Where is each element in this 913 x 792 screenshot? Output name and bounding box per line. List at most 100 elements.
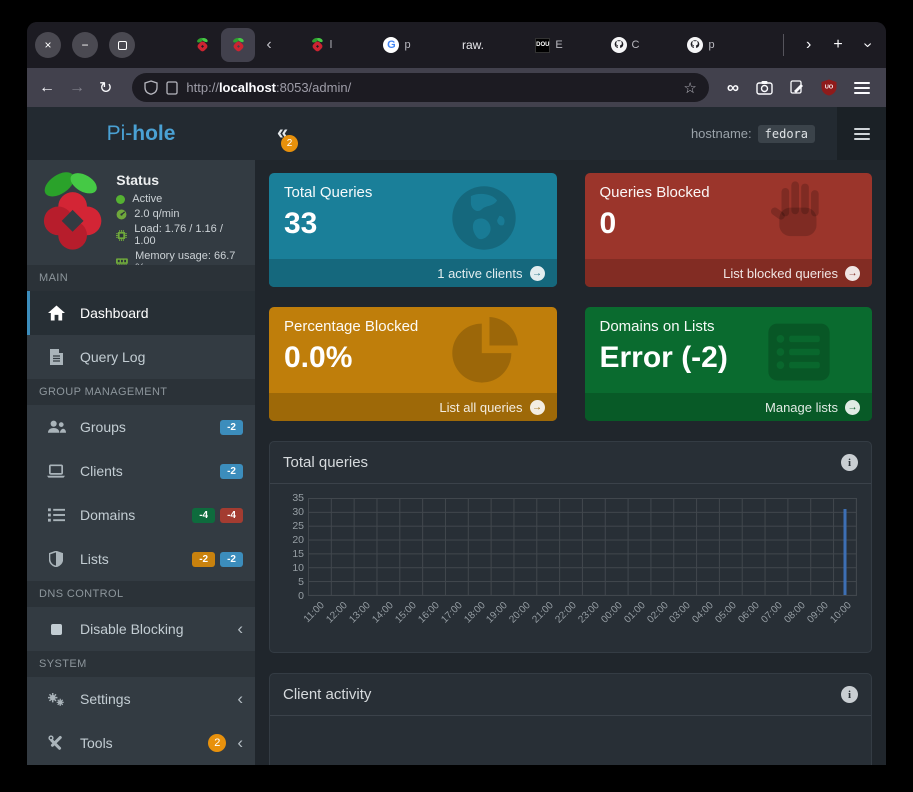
tab-scroll-right-button[interactable]: › [806, 36, 811, 54]
sidebar-section-group-management: GROUP MANAGEMENT [27, 379, 255, 405]
stop-icon [46, 624, 66, 635]
separator [783, 34, 784, 56]
manage-lists-link[interactable]: Manage lists → [585, 393, 873, 421]
sidebar-item-label: Groups [80, 419, 126, 435]
infinity-extension-icon[interactable]: ∞ [727, 78, 739, 98]
x-tick-label: 09:00 [805, 600, 830, 625]
list-icon [46, 508, 66, 522]
tab-pihole-docs[interactable]: l [283, 28, 359, 62]
tab-github-2[interactable]: p [663, 28, 739, 62]
sidebar-item-clients[interactable]: Clients -2 [27, 449, 255, 493]
save-page-icon[interactable] [790, 80, 804, 95]
page-info-icon[interactable] [166, 81, 178, 95]
tab-scroll-left-button[interactable]: ‹ [255, 36, 283, 54]
x-tick-label: 08:00 [782, 600, 807, 625]
plus-icon: + [833, 36, 842, 53]
sidebar-section-main: MAIN [27, 265, 255, 291]
panel-title: Total queries [283, 454, 368, 471]
x-tick-label: 13:00 [347, 600, 372, 625]
new-tab-button[interactable]: + [833, 36, 842, 54]
tab-pihole-active[interactable] [221, 28, 255, 62]
arrow-circle-icon: → [845, 400, 860, 415]
screenshot-camera-icon[interactable] [756, 80, 773, 95]
x-tick-label: 12:00 [325, 600, 350, 625]
menu-icon[interactable] [854, 82, 870, 94]
x-tick-label: 01:00 [622, 600, 647, 625]
y-axis-labels: 05101520253035 [280, 498, 308, 596]
url-host: localhost [219, 80, 276, 95]
sidebar-item-label: Tools [80, 735, 113, 751]
globe-icon [449, 183, 519, 253]
y-tick-label: 30 [292, 506, 304, 518]
toolbar-extensions: ∞ UO [723, 78, 874, 98]
groups-count-badge: -2 [220, 420, 243, 435]
x-tick-label: 18:00 [462, 600, 487, 625]
reload-button[interactable]: ↻ [99, 78, 112, 98]
tab-raw-githubusercontent[interactable]: raw. [435, 28, 511, 62]
window-controls: × − [35, 32, 135, 58]
sidebar-item-tools[interactable]: Tools 2 ‹ [27, 721, 255, 765]
y-tick-label: 10 [292, 562, 304, 574]
x-axis-labels: 11:0012:0013:0014:0015:0016:0017:0018:00… [308, 596, 857, 648]
tab-strip: ‹ l G p raw. DOU E C p [183, 28, 767, 62]
window-maximize-button[interactable] [109, 32, 135, 58]
sidebar-item-disable-blocking[interactable]: Disable Blocking ‹ [27, 607, 255, 651]
back-button[interactable]: ← [39, 79, 55, 97]
pie-chart-icon [449, 317, 519, 387]
query-bar [843, 509, 846, 595]
client-activity-panel: Client activity i [269, 673, 872, 765]
pihole-logo-text[interactable]: Pi-hole [27, 122, 255, 146]
pihole-menu-button[interactable] [837, 107, 886, 160]
window-minimize-button[interactable]: − [72, 32, 98, 58]
y-tick-label: 20 [292, 534, 304, 546]
tab-google-search[interactable]: G p [359, 28, 435, 62]
sidebar-item-lists[interactable]: Lists -2 -2 [27, 537, 255, 581]
domains-on-lists-card: Domains on Lists Error (-2) Manage lists… [585, 307, 873, 421]
sidebar-item-settings[interactable]: Settings ‹ [27, 677, 255, 721]
info-icon[interactable]: i [841, 454, 858, 471]
sidebar-item-groups[interactable]: Groups -2 [27, 405, 255, 449]
list-all-queries-link[interactable]: List all queries → [269, 393, 557, 421]
url-bar[interactable]: http://localhost:8053/admin/ ☆ [132, 73, 708, 102]
x-tick-label: 16:00 [416, 600, 441, 625]
update-notification-badge: 2 [281, 135, 298, 152]
tab-pihole-pinned-1[interactable] [183, 28, 221, 62]
window-close-button[interactable]: × [35, 32, 61, 58]
active-clients-link[interactable]: 1 active clients → [269, 259, 557, 287]
list-all-tabs-button[interactable]: › [865, 36, 870, 54]
url-path: :8053/admin/ [276, 80, 351, 95]
x-tick-label: 22:00 [553, 600, 578, 625]
status-active-label: Active [132, 193, 162, 205]
sidebar-section-system: SYSTEM [27, 651, 255, 677]
lists-blue-badge: -2 [220, 552, 243, 567]
sidebar-item-dashboard[interactable]: Dashboard [27, 291, 255, 335]
list-blocked-queries-link[interactable]: List blocked queries → [585, 259, 873, 287]
sidebar-item-label: Clients [80, 463, 123, 479]
home-icon [46, 305, 66, 321]
sidebar-toggle[interactable]: « 2 [277, 123, 288, 144]
status-load-label: Load: 1.76 / 1.16 / 1.00 [134, 223, 247, 247]
bookmark-star-icon[interactable]: ☆ [683, 79, 696, 97]
info-icon[interactable]: i [841, 686, 858, 703]
maximize-icon [118, 41, 127, 50]
clients-count-badge: -2 [220, 464, 243, 479]
tools-update-badge: 2 [208, 734, 226, 752]
tab-dou[interactable]: DOU E [511, 28, 587, 62]
chevron-left-icon: ‹ [237, 733, 243, 753]
ublock-shield-icon[interactable]: UO [821, 79, 837, 96]
sidebar-item-domains[interactable]: Domains -4 -4 [27, 493, 255, 537]
chevron-right-icon: › [806, 36, 811, 53]
forward-button[interactable]: → [69, 79, 85, 97]
arrow-circle-icon: → [530, 400, 545, 415]
x-tick-label: 21:00 [530, 600, 555, 625]
tab-title: p [404, 39, 410, 51]
tab-title: raw. [462, 38, 484, 52]
x-tick-label: 03:00 [668, 600, 693, 625]
sidebar-item-query-log[interactable]: Query Log [27, 335, 255, 379]
hostname-display: hostname: fedora [691, 125, 815, 143]
sidebar-item-label: Disable Blocking [80, 621, 184, 637]
file-icon [46, 349, 66, 365]
x-tick-label: 07:00 [759, 600, 784, 625]
tab-github-1[interactable]: C [587, 28, 663, 62]
x-tick-label: 04:00 [691, 600, 716, 625]
